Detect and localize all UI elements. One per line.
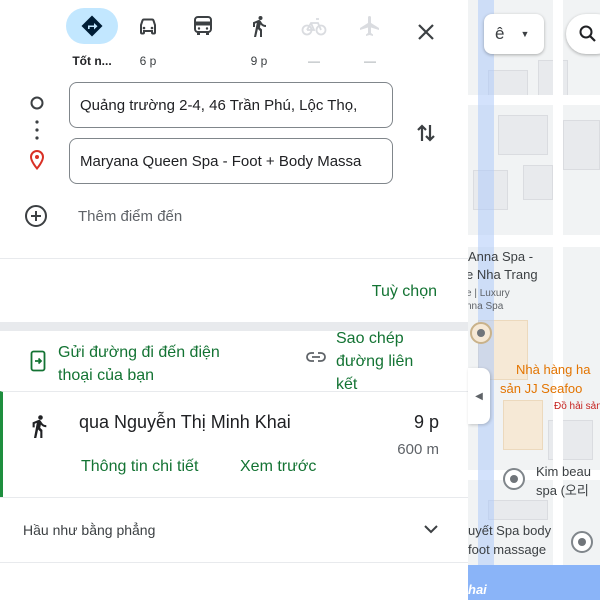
map-street xyxy=(553,0,563,600)
travel-mode-bar: Tốt n... 6 p 9 p — — xyxy=(0,8,468,68)
destination-field[interactable]: Maryana Queen Spa - Foot + Body Massa xyxy=(69,138,393,184)
origin-field[interactable]: Quảng trường 2-4, 46 Trần Phú, Lộc Thọ, xyxy=(69,82,393,128)
map-place-label[interactable]: e Nha Trang xyxy=(468,267,538,282)
car-icon xyxy=(122,8,174,44)
map-place-label[interactable]: Anna Spa - xyxy=(468,249,533,264)
origin-circle-icon xyxy=(27,93,47,113)
map-place-sublabel: Đồ hải sản xyxy=(554,401,600,412)
map-place-label[interactable]: uyết Spa body xyxy=(468,523,551,538)
bus-icon xyxy=(177,8,229,44)
travel-mode-best[interactable]: Tốt n... xyxy=(66,8,118,68)
route-via: qua Nguyễn Thị Minh Khai xyxy=(79,412,291,432)
map-canvas[interactable]: hai Anna Spa - e Nha Trang e | Luxury nn… xyxy=(468,0,600,600)
layers-button[interactable]: ê ▼ xyxy=(484,14,544,54)
caret-left-icon: ◀ xyxy=(475,390,483,402)
map-place-label[interactable]: sản JJ Seafoo xyxy=(500,381,582,396)
map-place-pin[interactable] xyxy=(571,531,593,553)
route-time: 9 p xyxy=(413,412,439,432)
map-place-label[interactable]: foot massage xyxy=(468,542,546,557)
route-details-link[interactable]: Thông tin chi tiết xyxy=(81,458,198,476)
chevron-down-icon xyxy=(424,525,438,534)
travel-mode-driving-label: 6 p xyxy=(139,54,157,68)
travel-mode-best-label: Tốt n... xyxy=(72,54,112,68)
map-hotel-pin[interactable] xyxy=(470,322,492,344)
link-icon xyxy=(306,352,326,362)
directions-panel: Tốt n... 6 p 9 p — — Quảng trường 2-4, 4… xyxy=(0,0,468,600)
airplane-icon xyxy=(344,8,396,44)
map-road xyxy=(468,565,600,600)
map-place-label[interactable]: Nhà hàng ha xyxy=(516,362,590,377)
terrain-row[interactable]: Hầu như bằng phẳng xyxy=(0,497,468,563)
add-destination-label: Thêm điểm đến xyxy=(78,207,183,225)
options-button[interactable]: Tuỳ chọn xyxy=(372,283,437,301)
travel-mode-cycling-label: — xyxy=(308,54,320,68)
copy-link-label: Sao chép đường liên kết xyxy=(336,331,414,391)
travel-mode-transit[interactable] xyxy=(177,8,229,68)
travel-mode-driving[interactable]: 6 p xyxy=(122,8,174,68)
destination-pin-icon xyxy=(27,150,47,170)
directions-diamond-icon xyxy=(66,8,118,44)
collapse-panel-button[interactable]: ◀ xyxy=(468,368,490,424)
add-destination-button[interactable]: Thêm điểm đến xyxy=(24,204,182,228)
search-icon xyxy=(579,25,596,42)
search-this-area-button[interactable] xyxy=(566,14,600,54)
map-building xyxy=(488,500,548,520)
terrain-label: Hầu như bằng phẳng xyxy=(23,522,156,538)
travel-mode-flights[interactable]: — xyxy=(344,8,396,68)
send-to-phone-icon xyxy=(30,350,46,372)
caret-down-icon: ▼ xyxy=(520,29,530,39)
bicycle-icon xyxy=(288,8,340,44)
map-place-sublabel: nna Spa xyxy=(468,301,504,312)
swap-waypoints-button[interactable] xyxy=(410,117,442,149)
route-preview-link[interactable]: Xem trước xyxy=(240,458,316,476)
copy-link-button[interactable]: Sao chép đường liên kết xyxy=(306,331,436,391)
travel-mode-cycling[interactable]: — xyxy=(288,8,340,68)
travel-mode-transit-label xyxy=(177,54,229,68)
add-circle-icon xyxy=(25,205,47,227)
route-option-card[interactable]: qua Nguyễn Thị Minh Khai 9 p 600 m Thông… xyxy=(0,391,468,497)
map-place-label[interactable]: Kim beau xyxy=(536,464,591,479)
swap-arrows-icon xyxy=(417,124,435,142)
divider xyxy=(0,258,468,259)
map-building xyxy=(523,165,553,200)
route-distance: 600 m xyxy=(397,441,439,458)
send-to-phone-label: Gửi đường đi đến điện thoại của bạn xyxy=(58,344,220,384)
share-row: Gửi đường đi đến điện thoại của bạn Sao … xyxy=(0,331,468,391)
send-to-phone-button[interactable]: Gửi đường đi đến điện thoại của bạn xyxy=(30,341,258,387)
route-dots-icon xyxy=(27,120,47,140)
map-building xyxy=(498,115,548,155)
map-place-pin[interactable] xyxy=(503,468,525,490)
map-street-label: hai xyxy=(468,582,487,597)
map-place-label[interactable]: spa (오리 xyxy=(536,483,589,498)
close-icon xyxy=(418,24,434,40)
section-divider xyxy=(0,322,468,331)
travel-mode-walking[interactable]: 9 p xyxy=(233,8,285,68)
travel-mode-walking-label: 9 p xyxy=(250,54,268,68)
walk-icon xyxy=(32,415,47,438)
map-building xyxy=(503,400,543,450)
layer-label: ê xyxy=(495,24,505,43)
route-inputs: Quảng trường 2-4, 46 Trần Phú, Lộc Thọ, … xyxy=(0,80,468,230)
walk-icon xyxy=(233,8,285,44)
map-building xyxy=(563,120,600,170)
travel-mode-flights-label: — xyxy=(364,54,376,68)
close-directions-button[interactable] xyxy=(410,16,442,48)
